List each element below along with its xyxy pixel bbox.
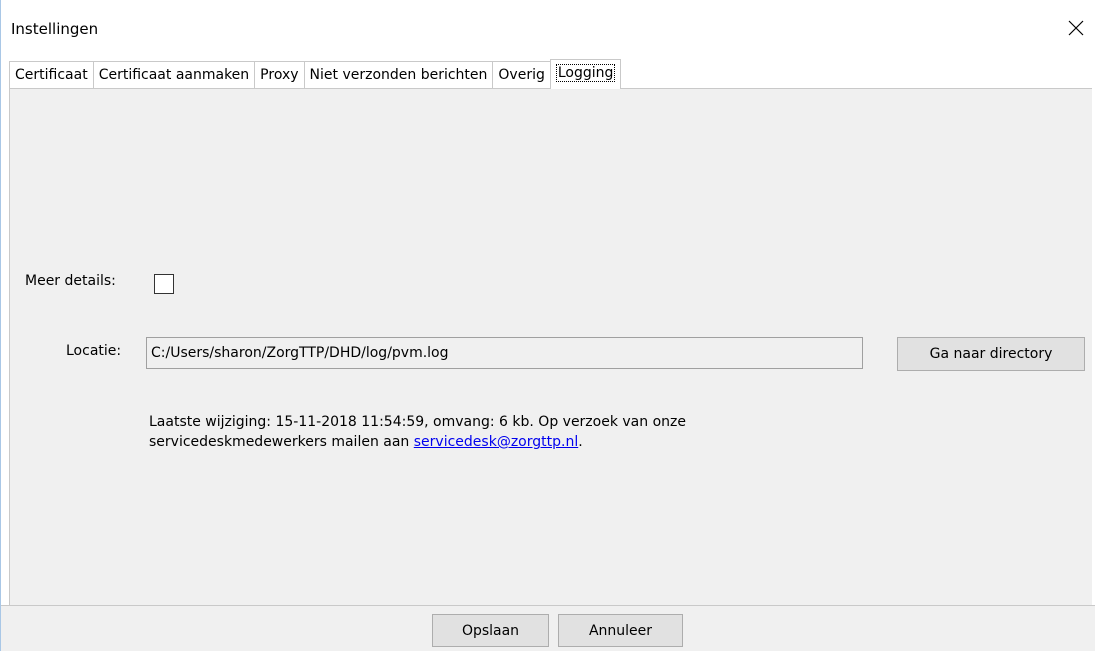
title-bar: Instellingen	[1, 0, 1095, 60]
tab-certificaat-aanmaken[interactable]: Certificaat aanmaken	[92, 61, 256, 89]
log-info-line2: servicedeskmedewerkers mailen aan servic…	[149, 432, 809, 452]
tab-certificaat[interactable]: Certificaat	[9, 61, 94, 89]
close-button[interactable]	[1062, 14, 1090, 42]
log-info-prefix: servicedeskmedewerkers mailen aan	[149, 434, 414, 450]
close-icon	[1068, 20, 1084, 36]
cancel-button[interactable]: Annuleer	[558, 614, 683, 647]
tab-niet-verzonden-berichten[interactable]: Niet verzonden berichten	[303, 61, 494, 89]
save-button[interactable]: Opslaan	[432, 614, 549, 647]
tab-logging-label: Logging	[555, 64, 616, 82]
tab-logging[interactable]: Logging	[549, 59, 622, 89]
settings-window: Instellingen Certificaat Certificaat aan…	[0, 0, 1095, 651]
servicedesk-email-link[interactable]: servicedesk@zorgttp.nl	[414, 434, 578, 450]
tab-overig[interactable]: Overig	[492, 61, 551, 89]
window-title: Instellingen	[11, 20, 99, 38]
goto-directory-button[interactable]: Ga naar directory	[897, 337, 1085, 371]
log-info-text: Laatste wijziging: 15-11-2018 11:54:59, …	[149, 412, 809, 452]
location-field[interactable]: C:/Users/sharon/ZorgTTP/DHD/log/pvm.log	[146, 337, 863, 369]
details-checkbox[interactable]	[154, 274, 174, 294]
log-info-line1: Laatste wijziging: 15-11-2018 11:54:59, …	[149, 414, 686, 430]
details-label: Meer details:	[25, 273, 116, 289]
location-label: Locatie:	[66, 343, 122, 359]
log-info-suffix: .	[578, 434, 583, 450]
tab-proxy[interactable]: Proxy	[254, 61, 305, 89]
tab-bar: Certificaat Certificaat aanmaken Proxy N…	[9, 59, 622, 89]
